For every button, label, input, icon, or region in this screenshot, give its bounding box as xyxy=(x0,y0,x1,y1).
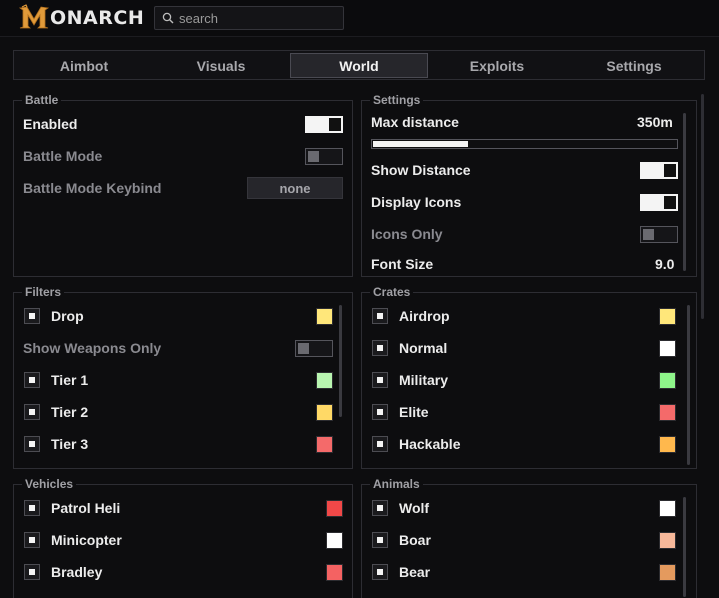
search-input[interactable] xyxy=(179,10,339,26)
settings-scrollbar[interactable] xyxy=(683,113,686,271)
tier2-color-swatch[interactable] xyxy=(316,404,333,421)
boar-color-swatch[interactable] xyxy=(659,532,676,549)
tab-aimbot[interactable]: Aimbot xyxy=(16,53,152,78)
enabled-label: Enabled xyxy=(23,116,78,132)
search-box[interactable] xyxy=(154,6,344,30)
normal-label: Normal xyxy=(399,340,448,356)
filters-panel: Filters Drop Show Weapons Only Tier 1 Ti… xyxy=(13,285,353,469)
hackable-color-swatch[interactable] xyxy=(659,436,676,453)
tab-visuals[interactable]: Visuals xyxy=(153,53,289,78)
minicopter-label: Minicopter xyxy=(51,532,122,548)
drop-color-swatch[interactable] xyxy=(316,308,333,325)
battle-mode-keybind-label: Battle Mode Keybind xyxy=(23,180,162,196)
hackable-label: Hackable xyxy=(399,436,461,452)
max-distance-slider-fill xyxy=(373,141,468,147)
icons-only-toggle[interactable] xyxy=(640,226,678,243)
battle-mode-keybind-button[interactable]: none xyxy=(247,177,343,199)
normal-checkbox[interactable] xyxy=(372,340,388,356)
animals-panel: Animals Wolf Boar Bear xyxy=(361,477,697,598)
minicopter-checkbox[interactable] xyxy=(24,532,40,548)
battle-mode-toggle[interactable] xyxy=(305,148,343,165)
minicopter-color-swatch[interactable] xyxy=(326,532,343,549)
elite-color-swatch[interactable] xyxy=(659,404,676,421)
bear-color-swatch[interactable] xyxy=(659,564,676,581)
show-weapons-only-label: Show Weapons Only xyxy=(23,340,162,356)
elite-label: Elite xyxy=(399,404,429,420)
tier3-checkbox[interactable] xyxy=(24,436,40,452)
show-distance-label: Show Distance xyxy=(371,162,471,178)
bradley-label: Bradley xyxy=(51,564,103,580)
drop-label: Drop xyxy=(51,308,84,324)
wolf-checkbox[interactable] xyxy=(372,500,388,516)
tier2-label: Tier 2 xyxy=(51,404,89,420)
max-distance-value: 350m xyxy=(637,114,673,130)
max-distance-slider[interactable] xyxy=(371,139,678,149)
bear-checkbox[interactable] xyxy=(372,564,388,580)
app-title: ONARCH xyxy=(50,7,145,29)
tier2-checkbox[interactable] xyxy=(24,404,40,420)
bear-label: Bear xyxy=(399,564,431,580)
airdrop-checkbox[interactable] xyxy=(372,308,388,324)
tab-bar: Aimbot Visuals World Exploits Settings xyxy=(13,50,705,80)
show-distance-toggle[interactable] xyxy=(640,162,678,179)
max-distance-label: Max distance xyxy=(371,114,459,130)
wolf-label: Wolf xyxy=(399,500,430,516)
top-bar: ONARCH xyxy=(0,0,719,37)
filters-scrollbar[interactable] xyxy=(339,305,342,417)
app-logo: ONARCH xyxy=(18,4,144,32)
military-color-swatch[interactable] xyxy=(659,372,676,389)
crates-panel: Crates Airdrop Normal Military Elite Hac… xyxy=(361,285,697,469)
boar-checkbox[interactable] xyxy=(372,532,388,548)
enabled-toggle[interactable] xyxy=(305,116,343,133)
icons-only-label: Icons Only xyxy=(371,226,443,242)
display-icons-toggle[interactable] xyxy=(640,194,678,211)
hackable-checkbox[interactable] xyxy=(372,436,388,452)
patrol-heli-checkbox[interactable] xyxy=(24,500,40,516)
search-icon xyxy=(162,12,174,24)
patrol-heli-label: Patrol Heli xyxy=(51,500,121,516)
bradley-checkbox[interactable] xyxy=(24,564,40,580)
animals-scrollbar[interactable] xyxy=(683,497,686,597)
settings-panel: Settings Max distance 350m Show Distance… xyxy=(361,93,697,277)
elite-checkbox[interactable] xyxy=(372,404,388,420)
tab-world[interactable]: World xyxy=(290,53,428,78)
tab-settings[interactable]: Settings xyxy=(566,53,702,78)
normal-color-swatch[interactable] xyxy=(659,340,676,357)
battle-panel: Battle Enabled Battle Mode Battle Mode K… xyxy=(13,93,353,277)
boar-label: Boar xyxy=(399,532,431,548)
font-size-value: 9.0 xyxy=(655,256,675,272)
crates-scrollbar[interactable] xyxy=(687,305,690,465)
airdrop-label: Airdrop xyxy=(399,308,450,324)
tab-exploits[interactable]: Exploits xyxy=(429,53,565,78)
battle-mode-label: Battle Mode xyxy=(23,148,103,164)
airdrop-color-swatch[interactable] xyxy=(659,308,676,325)
tier3-label: Tier 3 xyxy=(51,436,89,452)
monarch-m-icon xyxy=(18,4,50,29)
tier1-color-swatch[interactable] xyxy=(316,372,333,389)
font-size-label: Font Size xyxy=(371,256,434,272)
main-scrollbar[interactable] xyxy=(701,94,704,319)
bradley-color-swatch[interactable] xyxy=(326,564,343,581)
show-weapons-only-toggle[interactable] xyxy=(295,340,333,357)
vehicles-panel: Vehicles Patrol Heli Minicopter Bradley xyxy=(13,477,353,598)
patrol-heli-color-swatch[interactable] xyxy=(326,500,343,517)
drop-checkbox[interactable] xyxy=(24,308,40,324)
tier1-checkbox[interactable] xyxy=(24,372,40,388)
display-icons-label: Display Icons xyxy=(371,194,462,210)
tier1-label: Tier 1 xyxy=(51,372,89,388)
wolf-color-swatch[interactable] xyxy=(659,500,676,517)
military-label: Military xyxy=(399,372,449,388)
tier3-color-swatch[interactable] xyxy=(316,436,333,453)
military-checkbox[interactable] xyxy=(372,372,388,388)
